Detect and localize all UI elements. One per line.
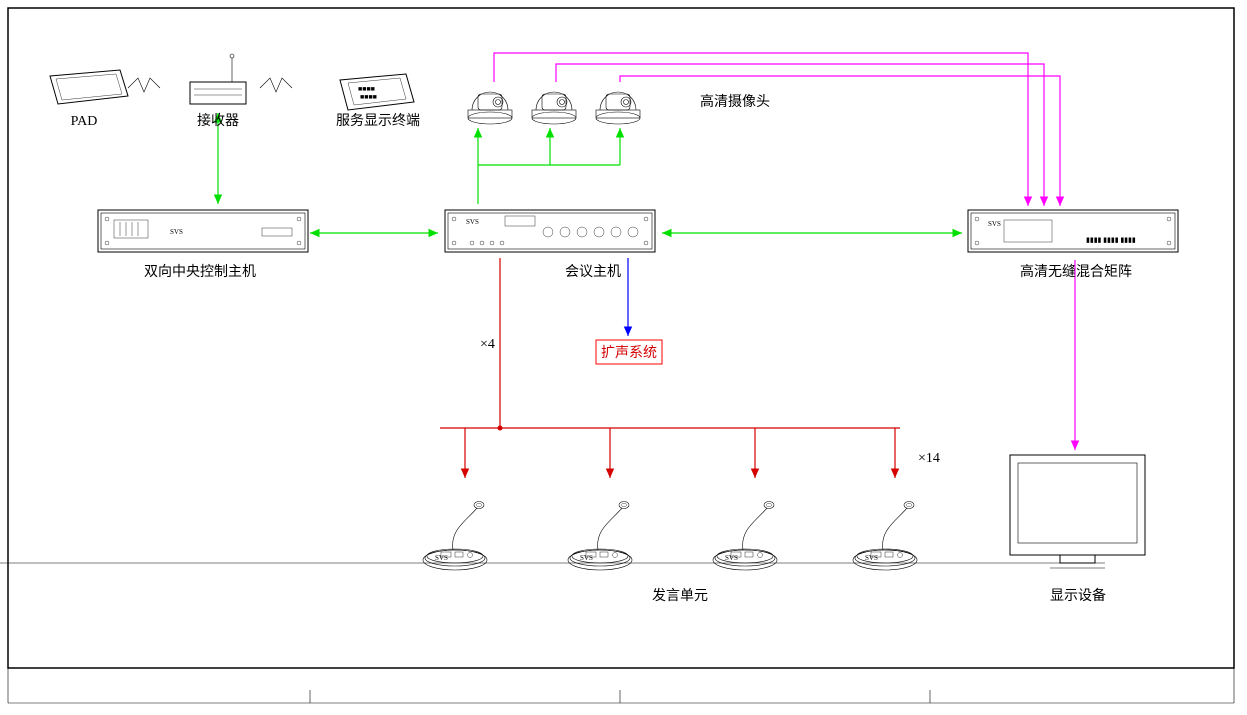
conf-host-device: SVS xyxy=(445,210,655,252)
svg-text:■■■■: ■■■■ xyxy=(358,85,375,93)
mic-unit-icon xyxy=(713,502,777,571)
svg-text:SVS: SVS xyxy=(466,218,479,226)
mic-unit-icon xyxy=(423,502,487,571)
matrix-label: 高清无缝混合矩阵 xyxy=(1020,263,1132,280)
pa-label: 扩声系统 xyxy=(601,345,657,361)
svg-text:■■■■: ■■■■ xyxy=(360,93,377,101)
service-terminal-label: 服务显示终端 xyxy=(336,113,420,129)
matrix-device: SVS ▮▮▮▮ ▮▮▮▮ ▮▮▮▮ xyxy=(968,210,1178,252)
x14-label: ×14 xyxy=(918,451,940,466)
central-host-device: SVS xyxy=(98,210,308,252)
svg-text:SVS: SVS xyxy=(988,220,1001,228)
central-host-label: 双向中央控制主机 xyxy=(144,264,256,280)
receiver-device xyxy=(190,54,246,104)
svg-text:SVS: SVS xyxy=(170,228,183,236)
conf-host-label: 会议主机 xyxy=(565,264,621,280)
x4-label: ×4 xyxy=(480,337,495,352)
camera-icon xyxy=(468,92,512,124)
mic-unit-icon xyxy=(568,502,632,571)
camera-icon xyxy=(532,92,576,124)
display-label: 显示设备 xyxy=(1050,587,1106,604)
camera-icon xyxy=(596,92,640,124)
service-terminal-device: ■■■■ ■■■■ xyxy=(340,74,414,110)
speak-unit-label: 发言单元 xyxy=(652,588,708,604)
camera-label: 高清摄像头 xyxy=(700,93,770,110)
pad-device xyxy=(50,70,128,104)
mic-unit-icon xyxy=(853,502,917,571)
receiver-label: 接收器 xyxy=(197,112,239,129)
display-device xyxy=(0,455,1145,568)
pad-label: PAD xyxy=(71,114,98,129)
svg-text:▮▮▮▮ ▮▮▮▮ ▮▮▮▮: ▮▮▮▮ ▮▮▮▮ ▮▮▮▮ xyxy=(1086,236,1136,244)
